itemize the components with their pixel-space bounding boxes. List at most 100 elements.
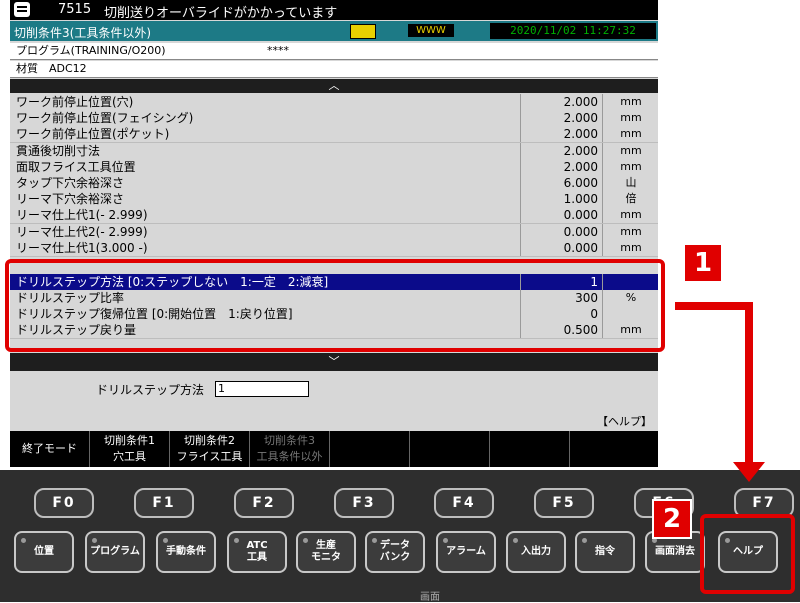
softkey-cutting-cond-1[interactable]: 切削条件1 穴工具	[90, 431, 170, 467]
program-label: プログラム(TRAINING/O200)	[16, 44, 166, 57]
table-row[interactable]: ワーク前停止位置(穴) 2.000 mm	[10, 94, 658, 111]
key-label: 位置	[34, 546, 54, 557]
key-led-icon	[582, 538, 587, 543]
program-key[interactable]: プログラム	[85, 531, 145, 573]
position-key[interactable]: 位置	[14, 531, 74, 573]
table-row[interactable]: 面取フライス工具位置 2.000 mm	[10, 158, 658, 176]
param-name: リーマ仕上代1(- 2.999)	[16, 208, 148, 223]
scroll-up-arrow[interactable]: ︿	[10, 79, 658, 93]
callout-badge-1: 1	[683, 243, 723, 283]
fkey-f0[interactable]: F0	[34, 488, 94, 518]
production-monitor-key[interactable]: 生産 モニタ	[296, 531, 356, 573]
highlight-box-1	[5, 259, 665, 352]
param-name: ワーク前停止位置(フェイシング)	[16, 111, 194, 126]
fkey-f4[interactable]: F4	[434, 488, 494, 518]
fkey-f1[interactable]: F1	[134, 488, 194, 518]
key-label: 入出力	[521, 546, 551, 557]
command-key[interactable]: 指令	[575, 531, 635, 573]
fkey-f2[interactable]: F2	[234, 488, 294, 518]
key-led-icon	[443, 538, 448, 543]
callout-arrow-horizontal	[675, 302, 753, 310]
param-name: リーマ仕上代1(3.000 -)	[16, 240, 148, 255]
table-row[interactable]: リーマ仕上代1(3.000 -) 0.000 mm	[10, 239, 658, 257]
key-led-icon	[372, 538, 377, 543]
input-label: ドリルステップ方法	[96, 383, 205, 397]
softkey-sublabel: 穴工具	[113, 450, 146, 463]
softkey-label: 切削条件1	[104, 434, 155, 447]
screen-title: 切削条件3(工具条件以外)	[14, 26, 151, 40]
param-unit: mm	[602, 94, 658, 110]
param-name: 面取フライス工具位置	[16, 159, 136, 174]
param-value: 6.000	[520, 175, 602, 191]
softkey-empty-6[interactable]	[410, 431, 490, 467]
data-bank-key[interactable]: データ バンク	[365, 531, 425, 573]
key-led-icon	[303, 538, 308, 543]
datetime-display: 2020/11/02 11:27:32	[490, 23, 656, 39]
material-label: 材質 ADC12	[16, 62, 87, 75]
scroll-down-arrow[interactable]: ﹀	[10, 353, 658, 371]
table-row[interactable]: リーマ下穴余裕深さ 1.000 倍	[10, 191, 658, 209]
alarm-key[interactable]: アラーム	[436, 531, 496, 573]
param-unit: mm	[602, 126, 658, 143]
param-name: タップ下穴余裕深さ	[16, 176, 125, 190]
alarm-bar: 7515 切削送りオーバライドがかかっています	[10, 0, 658, 21]
table-row[interactable]: リーマ仕上代1(- 2.999) 0.000 mm	[10, 207, 658, 225]
table-row[interactable]: リーマ仕上代2(- 2.999) 0.000 mm	[10, 223, 658, 241]
program-value: ****	[267, 44, 289, 57]
fkey-f5[interactable]: F5	[534, 488, 594, 518]
param-value: 2.000	[520, 158, 602, 175]
key-led-icon	[21, 538, 26, 543]
io-key[interactable]: 入出力	[506, 531, 566, 573]
table-row[interactable]: 貫通後切削寸法 2.000 mm	[10, 142, 658, 160]
param-value: 0.000	[520, 207, 602, 224]
spindle-status-icon: WWW	[408, 24, 454, 37]
param-value: 1.000	[520, 191, 602, 208]
highlight-box-2	[700, 514, 795, 594]
key-label: 指令	[595, 546, 615, 557]
param-name: ワーク前停止位置(ポケット)	[16, 127, 170, 142]
table-row[interactable]: ワーク前停止位置(フェイシング) 2.000 mm	[10, 110, 658, 128]
manual-cond-key[interactable]: 手動条件	[156, 531, 216, 573]
callout-arrowhead-icon	[733, 462, 765, 482]
param-name: ワーク前停止位置(穴)	[16, 95, 134, 109]
key-label: ATC 工具	[246, 540, 268, 563]
softkey-label: 終了モード	[22, 442, 77, 455]
softkey-empty-8[interactable]	[570, 431, 658, 467]
param-value: 0.000	[520, 239, 602, 256]
softkey-exit-mode[interactable]: 終了モード	[10, 431, 90, 467]
alarm-code: 7515	[58, 2, 92, 17]
panel-bottom-label: 画面	[420, 592, 440, 603]
status-bar: 切削条件3(工具条件以外) WWW 2020/11/02 11:27:32	[10, 21, 658, 41]
softkey-label: 切削条件3	[264, 434, 315, 447]
nc-screen: 7515 切削送りオーバライドがかかっています 切削条件3(工具条件以外) WW…	[10, 0, 658, 467]
table-row[interactable]: ワーク前停止位置(ポケット) 2.000 mm	[10, 126, 658, 144]
param-unit: mm	[602, 110, 658, 127]
softkey-cutting-cond-3[interactable]: 切削条件3 工具条件以外	[250, 431, 330, 467]
callout-arrow-vertical	[745, 302, 753, 466]
softkey-cutting-cond-2[interactable]: 切削条件2 フライス工具	[170, 431, 250, 467]
softkey-sublabel: 工具条件以外	[256, 450, 323, 463]
param-value: 0.000	[520, 223, 602, 240]
key-label: 手動条件	[166, 546, 206, 557]
program-line: プログラム(TRAINING/O200) ****	[10, 43, 658, 60]
value-input[interactable]: 1	[215, 381, 309, 397]
menu-icon[interactable]	[14, 2, 30, 17]
machine-status-icon	[350, 24, 376, 39]
key-led-icon	[513, 538, 518, 543]
softkey-bar: 終了モード 切削条件1 穴工具 切削条件2 フライス工具 切削条件3 工具条件以外	[10, 431, 658, 467]
param-unit: 倍	[602, 191, 658, 208]
softkey-sublabel: フライス工具	[176, 450, 243, 463]
param-unit: mm	[602, 223, 658, 240]
softkey-empty-7[interactable]	[490, 431, 570, 467]
param-unit: mm	[602, 142, 658, 159]
softkey-label: 切削条件2	[184, 434, 235, 447]
fkey-f3[interactable]: F3	[334, 488, 394, 518]
table-row[interactable]: タップ下穴余裕深さ 6.000 山	[10, 175, 658, 192]
key-led-icon	[163, 538, 168, 543]
param-value: 2.000	[520, 142, 602, 159]
key-led-icon	[234, 538, 239, 543]
key-label: プログラム	[90, 546, 140, 557]
atc-tool-key[interactable]: ATC 工具	[227, 531, 287, 573]
softkey-empty-5[interactable]	[330, 431, 410, 467]
key-label: アラーム	[446, 546, 486, 557]
